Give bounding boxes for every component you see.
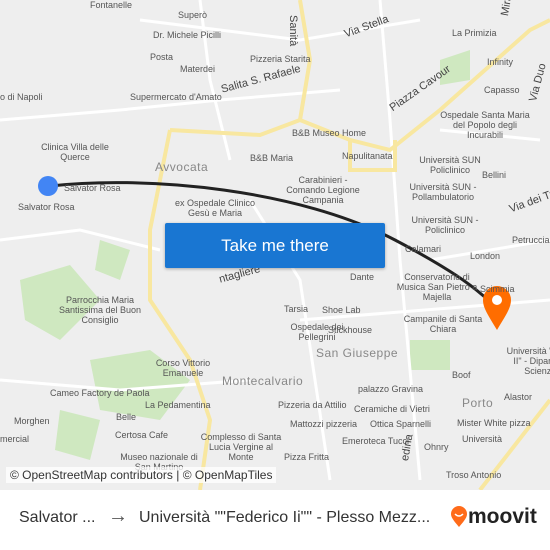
map-label: Parrocchia Maria Santissima del Buon Con… [58,295,142,325]
map-label: Campanile di Santa Chiara [403,314,483,334]
map-label: Ceramiche di Vietri [354,404,430,414]
map-label: Montecalvario [222,374,304,388]
map-label: Università "Federico II" - Dipartimento … [506,346,550,376]
map-label: mercial [0,434,30,444]
moovit-pin-icon [451,506,467,527]
map-label: Posta [150,52,174,62]
map-attribution[interactable]: © OpenStreetMap contributors | © OpenMap… [6,467,277,483]
map-label: Pizzeria Starita [250,54,311,64]
map-label: Pizza Fritta [284,452,330,462]
map-label: Complesso di Santa Lucia Vergine al Mont… [200,432,282,462]
map-label: B&B Museo Home [292,128,367,138]
footer: Salvator ... → Università ""Federico Ii"… [0,490,550,550]
map-label: Salvator Rosa [18,202,75,212]
map-label: palazzo Gravina [358,384,424,394]
map-label: London [470,251,501,261]
map-label: Emeroteca Tucci [342,436,410,446]
map-label: Supermercato d'Amato [130,92,222,102]
map-label: Bellini [482,170,507,180]
map-label: Alastor [504,392,533,402]
map-label: Pizzeria da Attilio [278,400,347,410]
map-label: Troso Antonio [446,470,502,480]
origin-marker[interactable] [38,176,58,196]
map-label: San Giuseppe [316,346,399,360]
map-label: Infinity [487,57,514,67]
map-label: B&B Maria [250,153,294,163]
map-label: Morghen [14,416,50,426]
map-label: La Primizia [452,28,497,38]
map-label: La Pedamentina [145,400,211,410]
map-label: Materdei [180,64,216,74]
map-label: o di Napoli [0,92,43,102]
moovit-wordmark: moovit [468,505,537,528]
map-label: Ospedale Santa Maria del Popolo degli In… [440,110,530,140]
road-label: Sanità [287,15,299,47]
map-label: Capasso [484,85,520,95]
map-label: Clinica Villa delle Querce [41,142,109,162]
map-label: Corso Vittorio Emanuele [155,358,211,378]
arrow-right-icon: → [108,505,128,527]
map-label: Carabinieri - Comando Legione Campania [286,175,360,205]
map-label: Dr. Michele Picilli [153,30,222,40]
map-label: Ospedale dei Pellegrini [290,322,344,342]
map-label: Università [462,434,503,444]
map-label: Salvator Rosa [64,183,121,193]
map-label: Shoe Lab [322,305,361,315]
map-label: Mattozzi pizzeria [290,419,358,429]
map-label: Dante [350,272,375,282]
map-label: Petruccia [512,235,550,245]
map-label: Università SUN - Pollambulatorio [409,182,477,202]
map-label: Calamari [405,244,442,254]
map-label: Cameo Factory de Paola [50,388,150,398]
map-label: Napulitanata [342,151,393,161]
map-label: Belle [116,412,137,422]
map-label: Scimmia [480,284,515,294]
origin-stop-name: Salvator ... [19,509,96,526]
map[interactable]: Fontanelle Superò Dr. Michele Picilli Pizze… [0,0,550,490]
map-label: Boof [452,370,471,380]
map-label: Ottica Sparnelli [370,419,432,429]
destination-stop-name: Università ""Federico Ii"" - Plesso Mezz… [139,509,431,526]
map-label: Fontanelle [90,0,133,10]
map-label: Superò [178,10,208,20]
map-label: Ohnry [424,442,449,452]
map-label: Università SUN - Policlinico [411,215,479,235]
map-label: ex Ospedale Clinico Gesù e Maria [174,198,256,218]
moovit-logo[interactable]: moovit [450,505,537,529]
map-label: Mister White pizza [457,418,531,428]
map-label: Certosa Cafe [115,430,169,440]
map-label: Tarsia [284,304,309,314]
map-label: Porto [462,396,494,410]
map-label: Conservatorio di Musica San Pietro a Maj… [396,272,478,302]
take-me-there-button[interactable]: Take me there [165,223,385,268]
map-label: Avvocata [155,160,209,174]
